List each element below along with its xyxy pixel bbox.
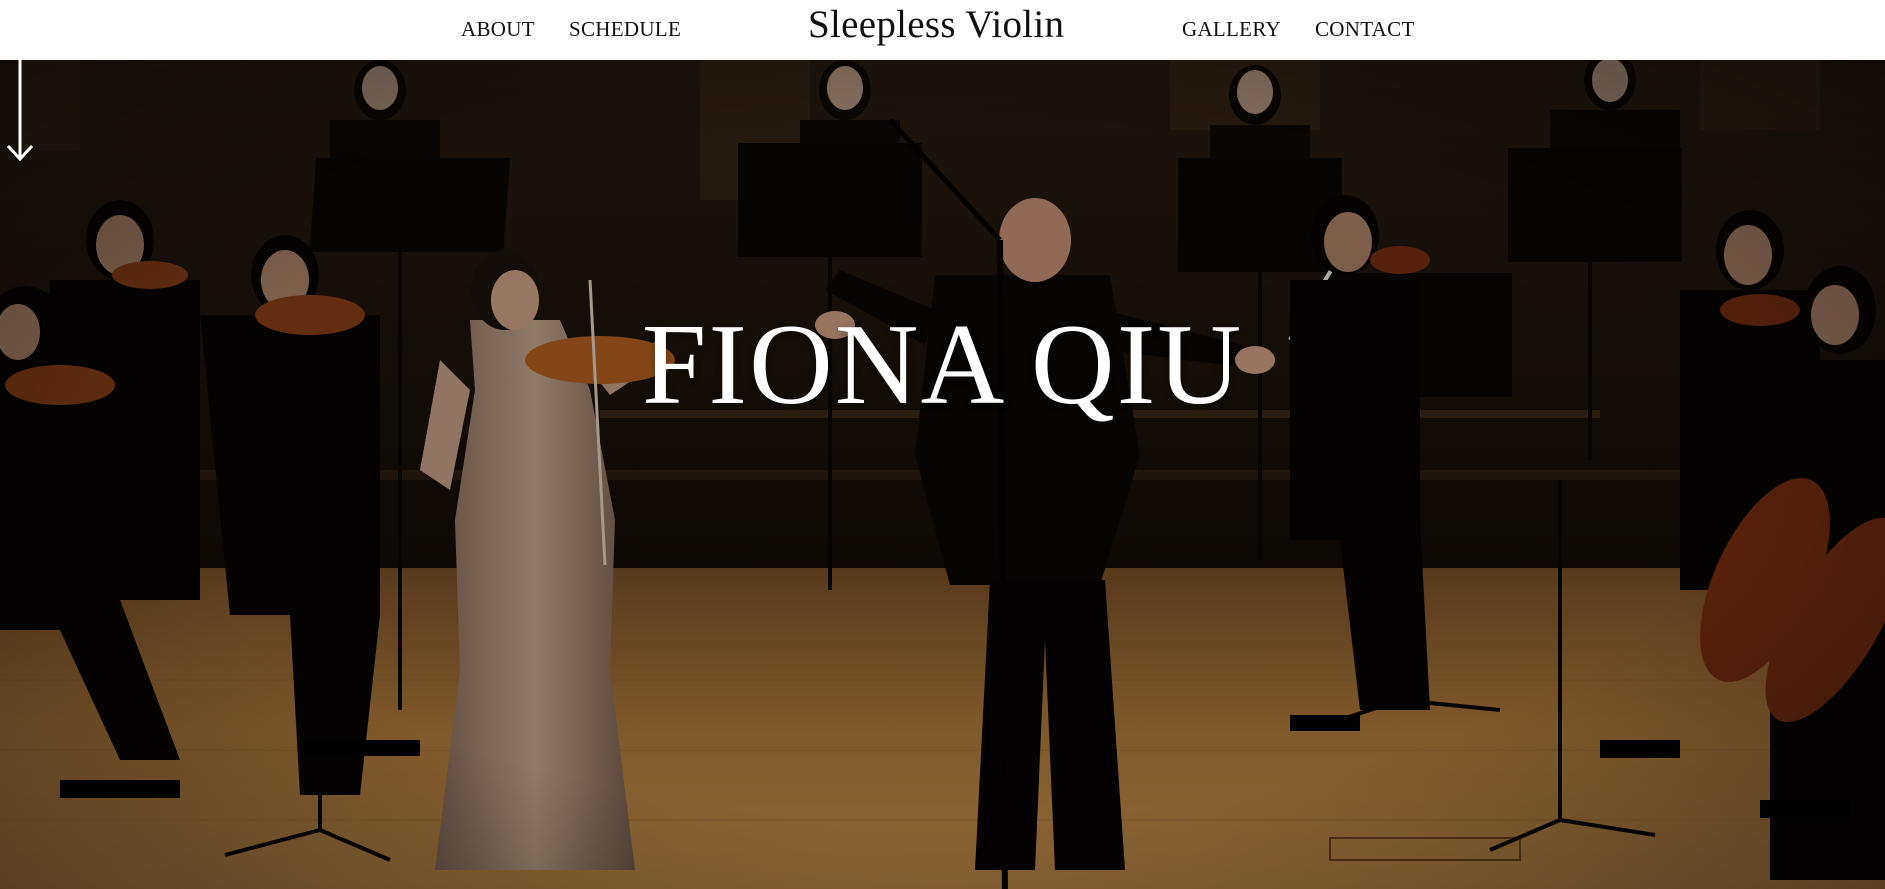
arrow-down-icon[interactable] [0,60,40,164]
site-brand[interactable]: Sleepless Violin [808,2,1064,47]
hero-section: FIONA QIU [0,60,1885,889]
hero-background-image [0,60,1885,889]
nav-link-schedule[interactable]: SCHEDULE [569,17,681,42]
hero-title: FIONA QIU [641,301,1244,429]
nav-link-gallery[interactable]: GALLERY [1182,17,1281,42]
nav-link-about[interactable]: ABOUT [461,17,535,42]
top-navigation: ABOUT SCHEDULE Sleepless Violin GALLERY … [0,0,1885,60]
nav-link-contact[interactable]: CONTACT [1315,17,1415,42]
